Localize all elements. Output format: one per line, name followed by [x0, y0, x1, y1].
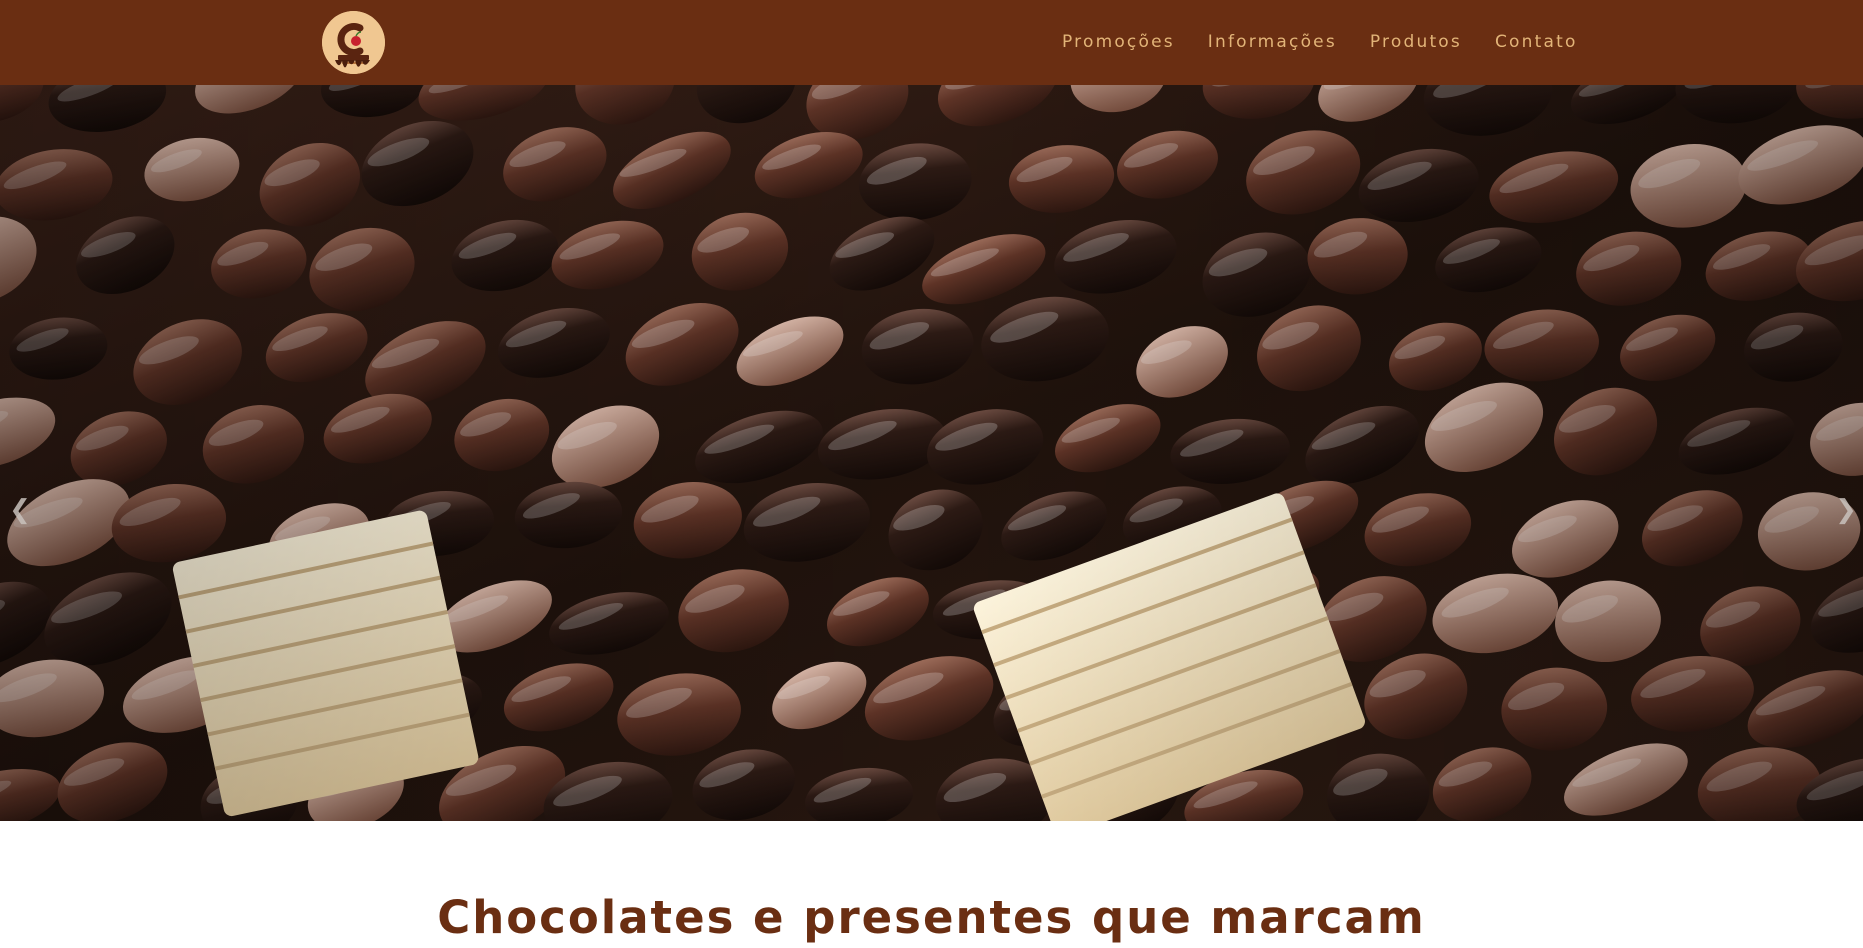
nav-link-promocoes[interactable]: Promoções [1062, 31, 1175, 53]
main-nav: Promoções Informações Produtos Contato [1062, 31, 1578, 53]
nav-link-produtos[interactable]: Produtos [1370, 31, 1462, 53]
carousel-prev-icon[interactable]: ❮ [5, 490, 35, 530]
page-headline: Chocolates e presentes que marcam [437, 891, 1426, 945]
carousel-next-icon[interactable]: ❯ [1831, 490, 1861, 530]
site-header: Promoções Informações Produtos Contato [0, 0, 1863, 85]
nav-link-informacoes[interactable]: Informações [1208, 31, 1337, 53]
hero-carousel: ❮ ❯ [0, 85, 1863, 821]
brand-logo[interactable] [322, 11, 385, 74]
nav-link-contato[interactable]: Contato [1495, 31, 1578, 53]
chocolate-c-logo-icon [322, 11, 385, 74]
chocolates-hero-image [0, 85, 1863, 821]
